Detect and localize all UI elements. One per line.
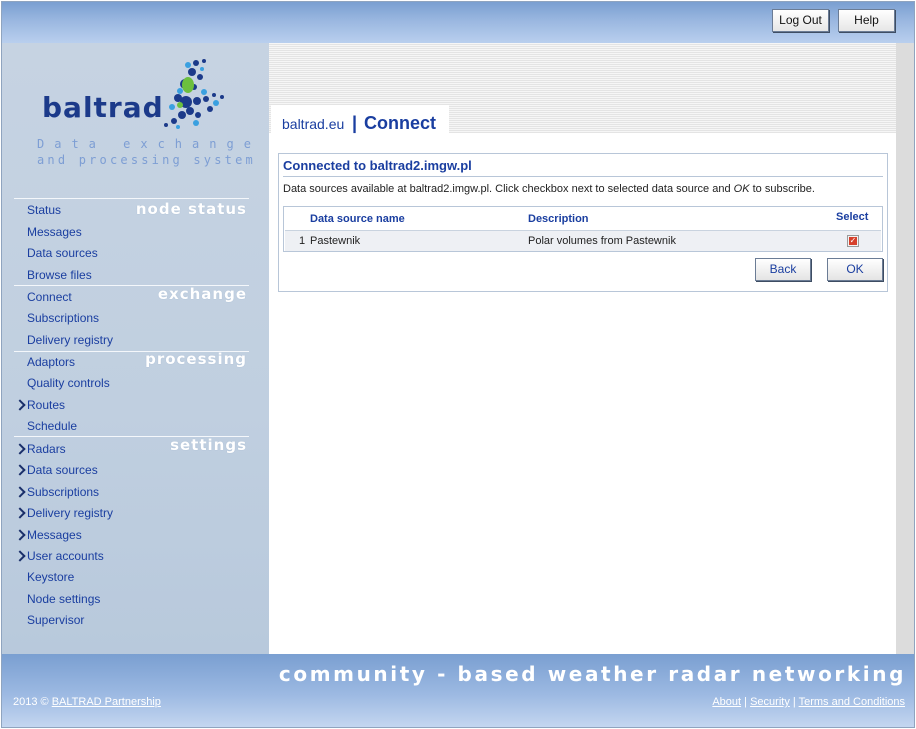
- nav-adaptors[interactable]: Adaptors: [27, 355, 75, 369]
- logo-dots-icon: [164, 59, 224, 129]
- row-index: 1: [299, 235, 306, 247]
- section-title-settings: settings: [170, 436, 247, 454]
- nav-subscriptions[interactable]: Subscriptions: [27, 311, 99, 325]
- nav-supervisor[interactable]: Supervisor: [27, 613, 84, 627]
- nav-settings-data-sources[interactable]: Data sources: [27, 463, 98, 477]
- panel-divider: [283, 176, 883, 177]
- breadcrumb: baltrad.eu | Connect: [271, 105, 449, 135]
- nav-delivery-registry[interactable]: Delivery registry: [27, 333, 113, 347]
- nav-user-accounts[interactable]: User accounts: [27, 549, 104, 563]
- footer-slogan: community - based weather radar networki…: [278, 662, 906, 686]
- chevron-right-icon: [14, 507, 26, 519]
- logo-tagline-1: Data exchange: [37, 137, 261, 151]
- chevron-right-icon: [14, 464, 26, 476]
- chevron-right-icon: [14, 399, 26, 411]
- scroll-gutter: [896, 43, 914, 654]
- link-separator: |: [792, 696, 796, 708]
- nav-status[interactable]: Status: [27, 203, 61, 217]
- logo-wordmark: baltrad: [42, 91, 164, 124]
- section-title-processing: processing: [145, 350, 247, 368]
- nav-data-sources[interactable]: Data sources: [27, 246, 98, 260]
- chevron-right-icon: [14, 529, 26, 541]
- footer-copyright: 2013 © BALTRAD Partnership: [13, 696, 161, 708]
- logout-button[interactable]: Log Out: [772, 9, 829, 32]
- checkmark-icon: ✓: [849, 236, 857, 245]
- select-checkbox[interactable]: ✓: [847, 235, 859, 247]
- link-separator: |: [744, 696, 748, 708]
- ok-button[interactable]: OK: [827, 258, 883, 281]
- section-title-node-status: node status: [135, 200, 247, 218]
- footer-links: About | Security | Terms and Conditions: [712, 696, 905, 708]
- main-content: baltrad.eu | Connect Connected to baltra…: [269, 43, 896, 654]
- nav-routes[interactable]: Routes: [27, 398, 65, 412]
- help-button[interactable]: Help: [838, 9, 895, 32]
- nav-settings-subscriptions[interactable]: Subscriptions: [27, 485, 99, 499]
- back-button[interactable]: Back: [755, 258, 811, 281]
- chevron-right-icon: [14, 486, 26, 498]
- terms-link[interactable]: Terms and Conditions: [799, 696, 905, 708]
- nav-keystore[interactable]: Keystore: [27, 570, 74, 584]
- nav-settings-messages[interactable]: Messages: [27, 528, 82, 542]
- panel-description: Data sources available at baltrad2.imgw.…: [283, 183, 815, 195]
- chevron-right-icon: [14, 550, 26, 562]
- section-title-exchange: exchange: [157, 285, 247, 303]
- page-title: Connect: [364, 113, 436, 133]
- panel-title: Connected to baltrad2.imgw.pl: [283, 158, 472, 173]
- table-row: 1 Pastewnik Polar volumes from Pastewnik…: [285, 230, 881, 251]
- column-header-select: Select: [836, 211, 869, 223]
- row-name: Pastewnik: [310, 235, 361, 247]
- top-bar: Log Out Help: [2, 2, 914, 44]
- footer: community - based weather radar networki…: [2, 654, 914, 727]
- app-frame: Log Out Help baltrad Data exchange and p…: [1, 1, 915, 728]
- data-source-table: Data source name Description Select 1 Pa…: [283, 206, 883, 252]
- breadcrumb-separator: |: [352, 113, 358, 133]
- logo-tagline-2: and processing system: [37, 153, 256, 167]
- column-header-description: Description: [528, 213, 589, 225]
- nav-node-settings[interactable]: Node settings: [27, 592, 100, 606]
- security-link[interactable]: Security: [750, 696, 790, 708]
- row-description: Polar volumes from Pastewnik: [528, 235, 676, 247]
- nav-settings-delivery-registry[interactable]: Delivery registry: [27, 506, 113, 520]
- chevron-right-icon: [14, 443, 26, 455]
- nav-quality-controls[interactable]: Quality controls: [27, 376, 110, 390]
- nav-messages[interactable]: Messages: [27, 225, 82, 239]
- connect-panel: Connected to baltrad2.imgw.pl Data sourc…: [278, 153, 888, 292]
- nav-browse-files[interactable]: Browse files: [27, 268, 92, 282]
- section-divider: [14, 198, 249, 199]
- nav-schedule[interactable]: Schedule: [27, 419, 77, 433]
- breadcrumb-home-link[interactable]: baltrad.eu: [282, 116, 344, 132]
- partnership-link[interactable]: BALTRAD Partnership: [52, 696, 161, 708]
- sidebar: baltrad Data exchange and processing sys…: [2, 43, 269, 654]
- about-link[interactable]: About: [712, 696, 741, 708]
- nav-connect[interactable]: Connect: [27, 290, 72, 304]
- column-header-name: Data source name: [310, 213, 405, 225]
- nav-radars[interactable]: Radars: [27, 442, 66, 456]
